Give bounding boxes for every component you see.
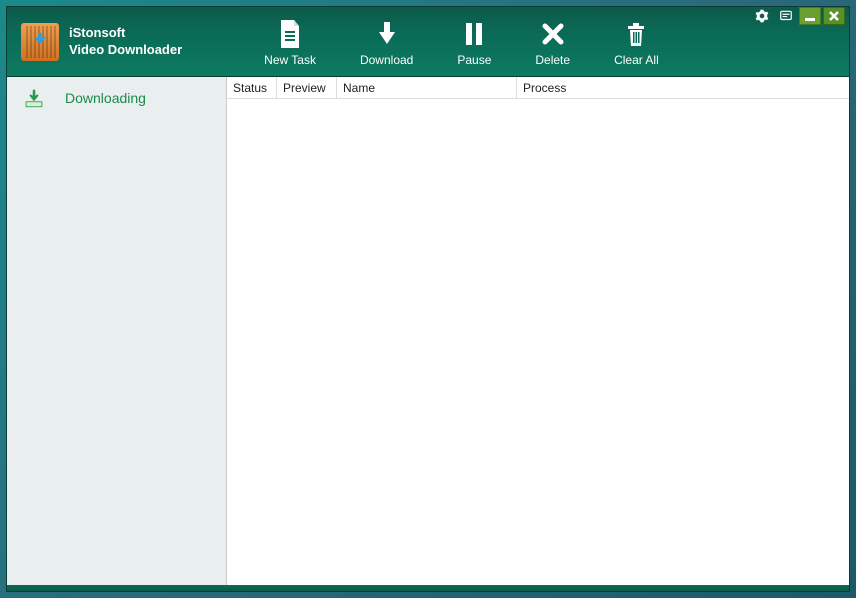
- close-button[interactable]: [823, 7, 845, 25]
- app-window: iStonsoft Video Downloader New Task: [6, 6, 850, 592]
- clear-all-label: Clear All: [614, 53, 659, 67]
- footer-bar: [7, 585, 849, 591]
- trash-icon: [624, 17, 648, 51]
- download-list: [227, 99, 849, 585]
- minimize-button[interactable]: [799, 7, 821, 25]
- download-button[interactable]: Download: [338, 7, 435, 76]
- download-label: Download: [360, 53, 413, 67]
- close-icon: [828, 10, 840, 22]
- document-icon: [277, 17, 303, 51]
- sidebar-downloading-label: Downloading: [65, 90, 146, 106]
- download-arrow-icon: [30, 32, 50, 52]
- column-name[interactable]: Name: [337, 77, 517, 98]
- sidebar-item-downloading[interactable]: Downloading: [7, 77, 226, 119]
- download-icon: [373, 17, 401, 51]
- main-area: Status Preview Name Process: [227, 77, 849, 585]
- downloading-icon: [23, 87, 45, 109]
- body-area: Downloading Status Preview Name Process: [7, 77, 849, 585]
- app-title: iStonsoft Video Downloader: [69, 25, 182, 59]
- new-task-label: New Task: [264, 53, 316, 67]
- pause-icon: [462, 17, 486, 51]
- sidebar: Downloading: [7, 77, 227, 585]
- delete-icon: [540, 17, 566, 51]
- column-process[interactable]: Process: [517, 77, 849, 98]
- new-task-button[interactable]: New Task: [242, 7, 338, 76]
- clear-all-button[interactable]: Clear All: [592, 7, 681, 76]
- delete-label: Delete: [535, 53, 570, 67]
- gear-icon: [755, 9, 769, 23]
- column-preview[interactable]: Preview: [277, 77, 337, 98]
- column-status[interactable]: Status: [227, 77, 277, 98]
- column-headers: Status Preview Name Process: [227, 77, 849, 99]
- pause-button[interactable]: Pause: [435, 7, 513, 76]
- titlebar: iStonsoft Video Downloader New Task: [7, 7, 849, 77]
- app-title-line2: Video Downloader: [69, 42, 182, 59]
- toolbar: New Task Download Paus: [242, 7, 681, 76]
- pause-label: Pause: [457, 53, 491, 67]
- feedback-button[interactable]: [775, 7, 797, 25]
- window-controls: [751, 7, 845, 25]
- app-logo: [21, 23, 59, 61]
- feedback-icon: [779, 9, 793, 23]
- minimize-icon: [804, 10, 816, 22]
- delete-button[interactable]: Delete: [513, 7, 592, 76]
- settings-button[interactable]: [751, 7, 773, 25]
- app-title-line1: iStonsoft: [69, 25, 182, 42]
